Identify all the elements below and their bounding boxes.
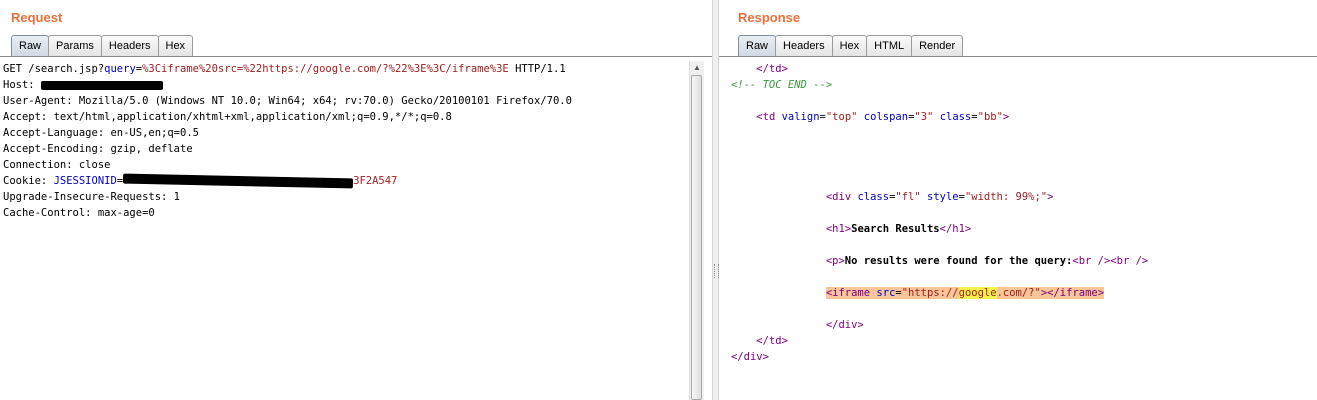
user-agent-header: User-Agent: Mozilla/5.0 (Windows NT 10.0… [3, 95, 572, 107]
code-line: </div> [731, 349, 1311, 365]
pane-splitter[interactable] [712, 0, 719, 400]
code-line: ​ [731, 141, 1311, 157]
attr-name: style [927, 191, 959, 203]
code-line: <div class="fl" style="width: 99%;"> [825, 191, 1054, 203]
div-open-tag: <div [825, 191, 852, 203]
request-method-path: GET /search.jsp? [3, 63, 105, 75]
cookie-name: JSESSIONID [53, 175, 117, 187]
code-line: </td> [731, 333, 1311, 349]
response-tab-headers[interactable]: Headers [775, 35, 833, 56]
host-label: Host: [3, 79, 41, 91]
attr-value: "width: 99%;" [964, 191, 1048, 203]
response-tabs: Raw Headers Hex HTML Render [738, 35, 964, 57]
injected-iframe-highlight: <iframe src="https://google.com/?"></ifr… [825, 287, 1105, 299]
response-tab-html[interactable]: HTML [866, 35, 913, 56]
request-tab-headers[interactable]: Headers [100, 35, 159, 56]
td-close-tag: </td> [756, 335, 788, 347]
h1-text: Search Results [851, 223, 940, 235]
code-line: <!-- TOC END --> [731, 77, 1311, 93]
code-line: ​ [731, 205, 1311, 221]
request-line: GET /search.jsp?query=%3Ciframe%20src=%2… [3, 61, 685, 77]
attr-value: "fl" [895, 191, 921, 203]
code-line: ​ [731, 301, 1311, 317]
attr-name: class [857, 191, 890, 203]
code-line: ​ [731, 173, 1311, 189]
attr-name: colspan [863, 111, 909, 123]
td-open-tag: <td [756, 111, 776, 123]
attr-value: "top" [825, 111, 858, 123]
code-line: ​ [731, 237, 1311, 253]
query-param-name: query [104, 63, 136, 75]
accept-language-header: Accept-Language: en-US,en;q=0.5 [3, 127, 199, 139]
code-line: ​ [731, 157, 1311, 173]
request-tab-divider [0, 56, 712, 57]
connection-header: Connection: close [3, 159, 111, 171]
br-tag: <br /> [1110, 255, 1149, 267]
code-line: ​ [731, 125, 1311, 141]
cookie-header: Cookie: JSESSIONID= 3F2A547 [3, 173, 685, 189]
iframe-close-tag: </iframe> [1047, 287, 1105, 299]
request-scrollbar[interactable]: ▲ [689, 61, 704, 400]
code-line: ​ [731, 93, 1311, 109]
response-tab-raw[interactable]: Raw [738, 35, 777, 57]
accept-header: Accept: text/html,application/xhtml+xml,… [3, 111, 452, 123]
attr-value: "https:// [901, 287, 959, 299]
attr-value: .com/?" [996, 287, 1041, 299]
http-version: HTTP/1.1 [508, 63, 566, 75]
cache-control-header: Cache-Control: max-age=0 [3, 207, 155, 219]
request-title: Request [11, 10, 63, 25]
request-tabs: Raw Params Headers Hex [11, 35, 194, 57]
p-text: No results were found for the query: [844, 255, 1073, 267]
code-line: <td valign="top" colspan="3" class="bb"> [756, 111, 1010, 123]
attr-name: src [876, 287, 896, 299]
attr-name: class [939, 111, 972, 123]
scroll-up-arrow-icon[interactable]: ▲ [693, 64, 701, 72]
scrollbar-thumb[interactable] [691, 75, 702, 400]
div-close-tag: </div> [731, 351, 769, 363]
code-line: </td> [731, 61, 1311, 77]
cookie-label: Cookie: [3, 175, 54, 187]
upgrade-insecure-header: Upgrade-Insecure-Requests: 1 [3, 191, 181, 203]
response-tab-hex[interactable]: Hex [831, 35, 868, 56]
host-redaction [40, 80, 163, 90]
query-param-value: %3Ciframe%20src=%22https://google.com/?%… [142, 63, 509, 75]
response-tab-render[interactable]: Render [911, 35, 964, 56]
div-close-tag: </div> [825, 319, 864, 331]
td-close-tag: </td> [756, 63, 788, 75]
request-tab-hex[interactable]: Hex [157, 35, 194, 56]
request-tab-raw[interactable]: Raw [11, 35, 50, 57]
code-line: <p>No results were found for the query:<… [731, 253, 1311, 269]
h1-open-tag: <h1> [825, 223, 852, 235]
attr-value: "bb" [977, 111, 1003, 123]
code-line: </div> [731, 317, 1311, 333]
code-line: <iframe src="https://google.com/?"></ifr… [731, 285, 1311, 301]
tag-end: > [1002, 111, 1010, 123]
code-line: ​ [731, 269, 1311, 285]
response-tab-divider [719, 56, 1317, 57]
search-match: google [958, 287, 997, 299]
tag-end: > [1047, 191, 1054, 203]
attr-value: "3" [914, 111, 934, 123]
cookie-value: 3F2A547 [353, 175, 398, 187]
br-tag: <br /> [1072, 255, 1111, 267]
toc-end-comment: <!-- TOC END --> [731, 79, 833, 91]
request-pane: Request Raw Params Headers Hex GET /sear… [0, 0, 712, 400]
response-pane: Response Raw Headers Hex HTML Render </t… [719, 0, 1317, 400]
h1-close-tag: </h1> [939, 223, 972, 235]
iframe-open-tag: <iframe [825, 287, 871, 299]
attr-name: valign [781, 111, 820, 123]
cookie-redaction [123, 173, 354, 189]
response-editor[interactable]: </td> <!-- TOC END --> ​ <td valign="top" … [731, 61, 1311, 400]
accept-encoding-header: Accept-Encoding: gzip, deflate [3, 143, 193, 155]
code-line: <h1>Search Results</h1> [731, 221, 1311, 237]
p-open-tag: <p> [825, 255, 845, 267]
request-editor[interactable]: GET /search.jsp?query=%3Ciframe%20src=%2… [3, 61, 685, 400]
request-tab-params[interactable]: Params [48, 35, 102, 56]
response-title: Response [738, 10, 801, 25]
host-header: Host: [3, 77, 685, 93]
